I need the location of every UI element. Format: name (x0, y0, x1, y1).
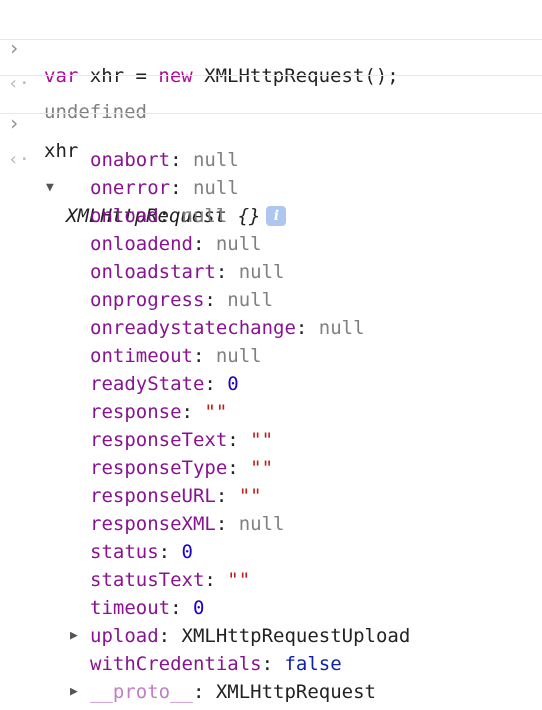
triangle-right-icon[interactable]: ▶ (70, 622, 78, 650)
row-divider (0, 113, 542, 114)
property-value: "" (250, 457, 274, 479)
property-key: status (90, 541, 159, 563)
property-key: withCredentials (90, 653, 262, 675)
property-row: withCredentials: false (90, 653, 342, 675)
property-row: responseXML: null (90, 513, 285, 535)
property-key: responseText (90, 429, 228, 451)
property-key: onreadystatechange (90, 317, 296, 339)
property-key: responseXML (90, 513, 216, 535)
property-key: onabort (90, 149, 171, 171)
property-value: null (215, 233, 262, 255)
property-row: onloadstart: null (90, 261, 285, 283)
property-value: 0 (227, 373, 239, 395)
property-value: "" (250, 429, 274, 451)
property-row: onabort: null (90, 149, 239, 171)
property-value: null (192, 177, 239, 199)
devtools-console: › var xhr = new XMLHttpRequest(); ‹· und… (0, 0, 542, 710)
property-key: ontimeout (90, 345, 193, 367)
property-row: onreadystatechange: null (90, 317, 365, 339)
property-row: timeout: 0 (90, 597, 205, 619)
property-value: null (181, 205, 228, 227)
property-row-expandable[interactable]: ▶ __proto__: XMLHttpRequest (0, 678, 542, 706)
property-value: null (192, 149, 239, 171)
property-row: onloadend: null (90, 233, 262, 255)
property-row: ontimeout: null (90, 345, 262, 367)
property-key: onerror (90, 177, 171, 199)
property-key: onprogress (90, 289, 205, 311)
property-key: upload (90, 625, 159, 647)
property-row: responseText: "" (90, 429, 274, 451)
property-key: responseURL (90, 485, 216, 507)
console-result-row: ‹· undefined (0, 42, 542, 123)
property-value: "" (204, 401, 228, 423)
console-input-row[interactable]: › xhr (0, 81, 542, 162)
property-row: onprogress: null (90, 289, 274, 311)
row-divider (0, 75, 542, 76)
property-value: false (284, 653, 342, 675)
object-header-row[interactable]: ‹· ▼ XMLHttpRequest {} i (0, 118, 542, 227)
console-input-row[interactable]: › var xhr = new XMLHttpRequest(); (0, 6, 542, 87)
property-key: readyState (90, 373, 205, 395)
property-value: null (227, 289, 274, 311)
property-value: null (238, 513, 285, 535)
property-value: null (215, 345, 262, 367)
property-key: onloadstart (90, 261, 216, 283)
property-value: "" (238, 485, 262, 507)
property-key: response (90, 401, 182, 423)
property-key: __proto__ (90, 681, 193, 703)
property-value: null (318, 317, 365, 339)
property-key: timeout (90, 597, 171, 619)
property-row: status: 0 (90, 541, 193, 563)
property-row: responseURL: "" (90, 485, 262, 507)
property-key: statusText (90, 569, 205, 591)
property-key: responseType (90, 457, 228, 479)
property-row: response: "" (90, 401, 228, 423)
property-key: onloadend (90, 233, 193, 255)
property-value: XMLHttpRequestUpload (181, 625, 411, 647)
row-divider (0, 39, 542, 40)
property-row: responseType: "" (90, 457, 274, 479)
property-row: readyState: 0 (90, 373, 239, 395)
property-row: onerror: null (90, 177, 239, 199)
property-row-expandable[interactable]: ▶ upload: XMLHttpRequestUpload (0, 622, 542, 650)
property-row: statusText: "" (90, 569, 251, 591)
property-row: onload: null (90, 205, 228, 227)
property-value: "" (227, 569, 251, 591)
triangle-right-icon[interactable]: ▶ (70, 678, 78, 706)
property-key: onload (90, 205, 159, 227)
property-value: null (238, 261, 285, 283)
property-value: 0 (192, 597, 205, 619)
property-value: 0 (181, 541, 193, 563)
property-value: XMLHttpRequest (215, 681, 376, 703)
